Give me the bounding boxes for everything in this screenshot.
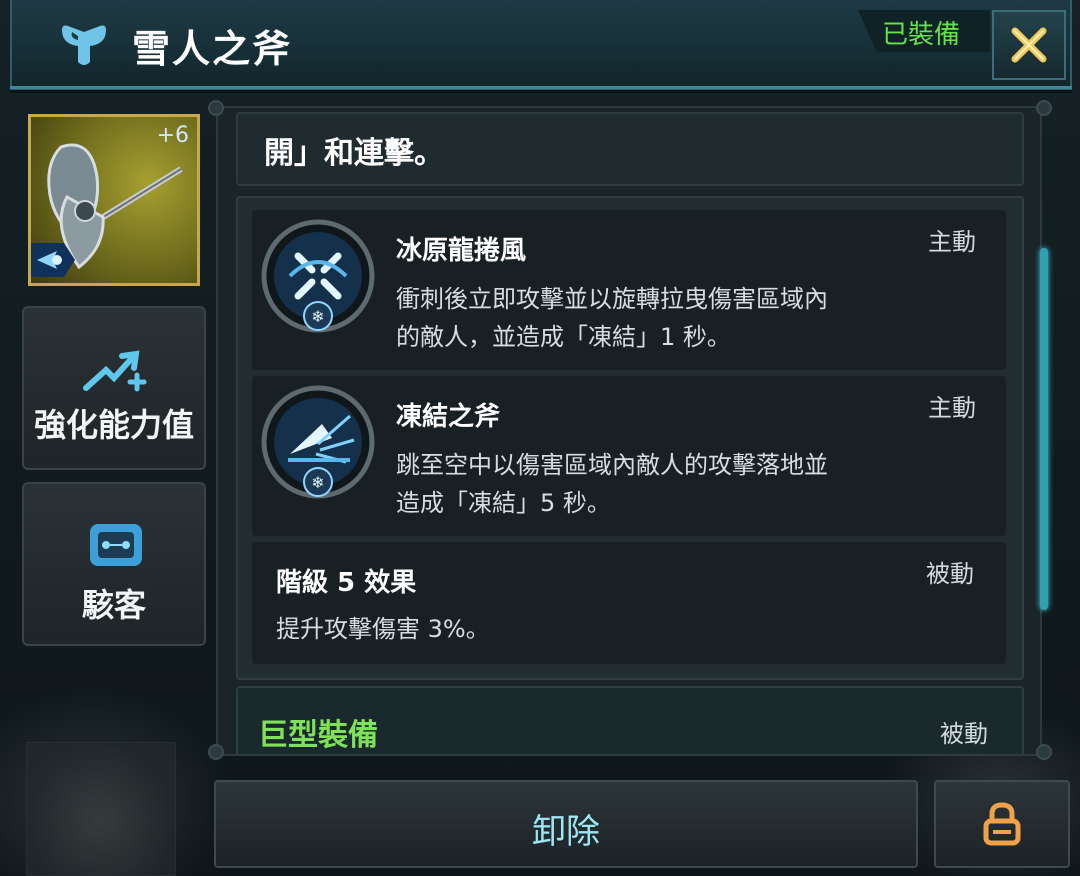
svg-text:❄: ❄ bbox=[311, 473, 324, 492]
close-button[interactable] bbox=[992, 10, 1066, 80]
enhance-level-badge: +6 bbox=[156, 123, 189, 148]
header-divider bbox=[10, 86, 1072, 89]
page-title: 雪人之斧 bbox=[132, 27, 293, 71]
weapon-slot[interactable]: +6 bbox=[28, 114, 200, 286]
svg-text:❄: ❄ bbox=[311, 307, 324, 326]
panel-corner-rivet bbox=[208, 100, 224, 116]
lock-button[interactable] bbox=[934, 780, 1070, 868]
close-icon bbox=[1011, 27, 1047, 63]
chip-icon bbox=[90, 524, 142, 566]
description-tail-text: 開」和連擊。 bbox=[264, 136, 444, 171]
passive-type-badge: 被動 bbox=[926, 560, 974, 588]
unequip-label: 卸除 bbox=[532, 812, 600, 852]
skill-name: 凍結之斧 bbox=[396, 402, 501, 432]
skill-type-badge: 主動 bbox=[928, 228, 976, 256]
weapon-category-icon bbox=[62, 25, 106, 65]
panel-corner-rivet bbox=[208, 744, 224, 760]
skill-type-badge: 主動 bbox=[928, 394, 976, 422]
enhance-stats-button[interactable]: 強化能力值 bbox=[22, 306, 206, 470]
unequip-button[interactable]: 卸除 bbox=[214, 780, 918, 868]
tornado-skill-icon: ❄ bbox=[261, 219, 375, 333]
skill-description-line: 跳至空中以傷害區域內敵人的攻擊落地並 bbox=[396, 451, 828, 479]
passive-effect-description: 提升攻擊傷害 3%。 bbox=[276, 615, 490, 643]
skill-description-line: 衝刺後立即攻擊並以旋轉拉曳傷害區域內 bbox=[396, 285, 828, 313]
passive-effect-title: 階級 5 效果 bbox=[276, 568, 417, 598]
scrollbar[interactable] bbox=[1040, 248, 1048, 610]
hacker-button[interactable]: 駭客 bbox=[22, 482, 206, 646]
lock-icon bbox=[983, 802, 1021, 846]
skill-description-line: 的敵人，並造成「凍結」1 秒。 bbox=[396, 323, 731, 351]
giant-equipment-type: 被動 bbox=[940, 720, 988, 748]
skill-name: 冰原龍捲風 bbox=[396, 236, 527, 266]
upgrade-arrow-icon bbox=[83, 350, 147, 392]
panel-corner-rivet bbox=[1036, 100, 1052, 116]
enhance-stats-label: 強化能力值 bbox=[33, 406, 194, 444]
panel-corner-rivet bbox=[1036, 744, 1052, 760]
skill-description-line: 造成「凍結」5 秒。 bbox=[396, 489, 611, 517]
equipped-status: 已裝備 bbox=[882, 20, 961, 50]
character-portrait bbox=[26, 742, 176, 876]
hacker-label: 駭客 bbox=[81, 586, 146, 624]
giant-equipment-title: 巨型裝備 bbox=[258, 718, 378, 753]
axe-slam-skill-icon: ❄ bbox=[261, 385, 375, 499]
